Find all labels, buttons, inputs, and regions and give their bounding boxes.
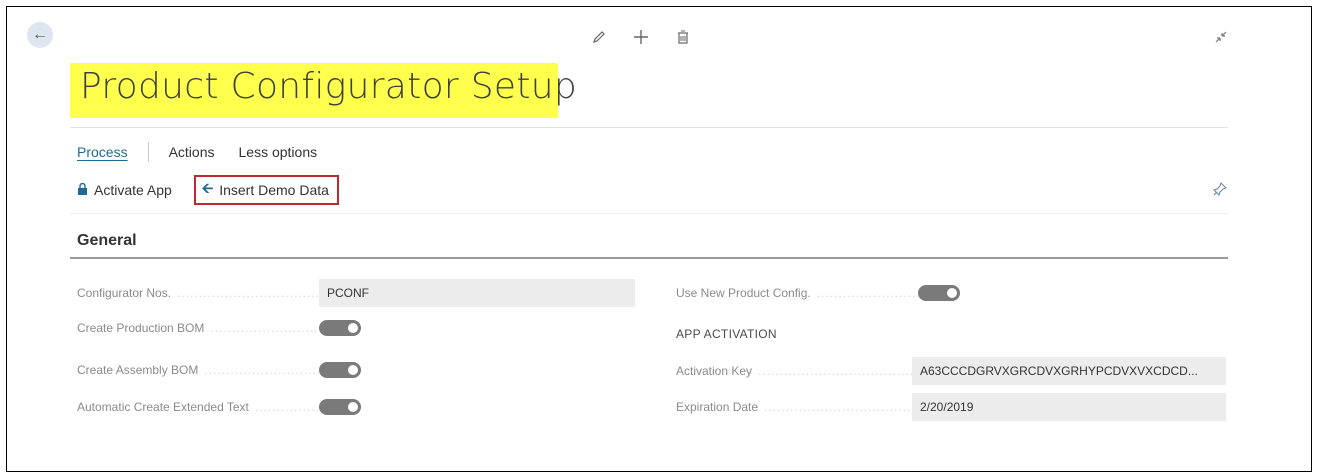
create-assembly-bom-toggle[interactable] <box>319 362 361 378</box>
field-label: Create Assembly BOM <box>77 363 319 377</box>
tab-separator <box>147 142 149 162</box>
section-rule <box>70 257 1228 259</box>
section-title-general: General <box>77 232 137 249</box>
auto-extended-text-field: Automatic Create Extended Text <box>77 393 361 421</box>
tab-less-options[interactable]: Less options <box>239 144 318 160</box>
field-label: Use New Product Config. <box>676 286 918 300</box>
delete-trash-icon[interactable] <box>672 26 694 48</box>
auto-extended-text-toggle[interactable] <box>319 399 361 415</box>
insert-demo-data-label: Insert Demo Data <box>219 182 329 198</box>
arrow-left-icon: 🡨 <box>201 180 214 196</box>
create-production-bom-toggle[interactable] <box>319 320 361 336</box>
action-tabs: Process Actions Less options <box>77 142 317 162</box>
use-new-product-config-toggle[interactable] <box>918 285 960 301</box>
divider <box>70 127 1228 128</box>
configurator-nos-input[interactable]: PCONF <box>319 279 635 307</box>
back-arrow-icon[interactable]: ← <box>27 22 53 48</box>
edit-pencil-icon[interactable] <box>588 26 610 48</box>
create-production-bom-field: Create Production BOM <box>77 314 361 342</box>
activation-key-field: Activation Key A63CCCDGRVXGRCDVXGRHYPCDV… <box>676 357 1226 385</box>
page-actions-toolbar <box>588 26 694 48</box>
command-bar: Activate App 🡨 Insert Demo Data <box>77 172 339 208</box>
activate-app-label: Activate App <box>94 182 172 198</box>
create-assembly-bom-field: Create Assembly BOM <box>77 356 361 384</box>
insert-demo-data-button[interactable]: 🡨 Insert Demo Data <box>193 175 339 205</box>
expiration-date-field: Expiration Date 2/20/2019 <box>676 393 1226 421</box>
configurator-nos-field: Configurator Nos. PCONF <box>77 279 635 307</box>
app-activation-heading: APP ACTIVATION <box>676 327 777 341</box>
field-label: Configurator Nos. <box>77 286 319 300</box>
field-label: Create Production BOM <box>77 321 319 335</box>
activation-key-input[interactable]: A63CCCDGRVXGRCDVXGRHYPCDVXVXCDCD... <box>912 357 1226 385</box>
page-title: Product Configurator Setup <box>80 66 578 107</box>
expiration-date-input[interactable]: 2/20/2019 <box>912 393 1226 421</box>
pin-icon[interactable] <box>1212 181 1228 199</box>
lock-icon <box>77 182 88 198</box>
divider <box>70 213 1228 214</box>
tab-actions[interactable]: Actions <box>169 144 215 160</box>
add-plus-icon[interactable] <box>630 26 652 48</box>
use-new-product-config-field: Use New Product Config. <box>676 279 960 307</box>
field-label: Activation Key <box>676 364 912 378</box>
field-label: Automatic Create Extended Text <box>77 400 319 414</box>
activate-app-button[interactable]: Activate App <box>77 182 172 198</box>
tab-process[interactable]: Process <box>77 144 128 160</box>
collapse-arrows-icon[interactable] <box>1214 30 1228 47</box>
field-label: Expiration Date <box>676 400 912 414</box>
